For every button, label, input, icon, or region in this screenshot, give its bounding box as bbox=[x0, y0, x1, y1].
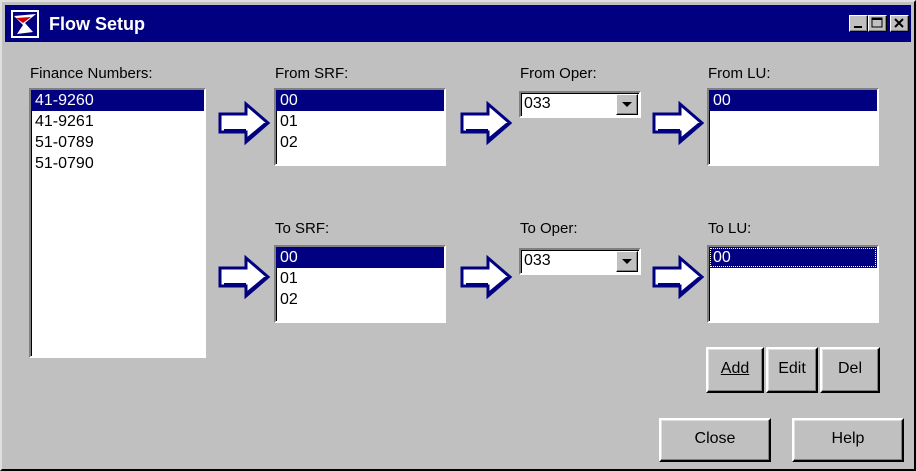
from-lu-label: From LU: bbox=[708, 65, 771, 82]
window-title: Flow Setup bbox=[49, 14, 145, 34]
usps-eagle-icon[interactable] bbox=[11, 10, 39, 38]
minimize-icon bbox=[854, 26, 862, 28]
from-lu-list[interactable]: 00 bbox=[707, 88, 879, 166]
add-button-label: Add bbox=[720, 360, 750, 377]
list-item[interactable]: 00 bbox=[709, 90, 877, 111]
flow-arrow-icon bbox=[460, 254, 513, 300]
list-item[interactable]: 02 bbox=[276, 289, 444, 310]
from-srf-label: From SRF: bbox=[275, 65, 349, 82]
edit-button-label: Edit bbox=[778, 360, 806, 377]
finance-numbers-label: Finance Numbers: bbox=[30, 65, 153, 82]
list-item[interactable]: 01 bbox=[276, 268, 444, 289]
close-window-button[interactable] bbox=[890, 15, 909, 32]
list-item[interactable]: 41-9261 bbox=[31, 111, 204, 132]
flow-setup-window: Flow Setup Finance Numbers: 41-9260 41-9… bbox=[0, 0, 916, 471]
list-item[interactable]: 51-0789 bbox=[31, 132, 204, 153]
to-oper-combo[interactable]: 033 bbox=[519, 248, 641, 275]
maximize-button[interactable] bbox=[868, 15, 887, 32]
help-button[interactable]: Help bbox=[792, 418, 904, 462]
title-bar[interactable]: Flow Setup bbox=[5, 5, 911, 42]
minimize-button[interactable] bbox=[849, 15, 868, 32]
to-srf-list[interactable]: 00 01 02 bbox=[274, 245, 446, 323]
to-oper-label: To Oper: bbox=[520, 220, 578, 237]
flow-arrow-icon bbox=[218, 100, 271, 146]
from-srf-list[interactable]: 00 01 02 bbox=[274, 88, 446, 166]
close-icon bbox=[894, 18, 904, 28]
finance-numbers-list[interactable]: 41-9260 41-9261 51-0789 51-0790 bbox=[29, 88, 206, 358]
flow-arrow-icon bbox=[218, 254, 271, 300]
del-button-label: Del bbox=[837, 360, 862, 377]
flow-arrow-icon bbox=[652, 100, 705, 146]
close-button[interactable]: Close bbox=[659, 418, 771, 462]
chevron-down-icon bbox=[622, 102, 632, 107]
add-button[interactable]: Add bbox=[706, 347, 764, 393]
to-srf-label: To SRF: bbox=[275, 220, 330, 237]
to-oper-value: 033 bbox=[524, 252, 551, 269]
list-item[interactable]: 02 bbox=[276, 132, 444, 153]
list-item[interactable]: 41-9260 bbox=[31, 90, 204, 111]
edit-button[interactable]: Edit bbox=[766, 347, 818, 393]
flow-arrow-icon bbox=[652, 254, 705, 300]
list-item[interactable]: 00 bbox=[709, 247, 877, 268]
list-item[interactable]: 51-0790 bbox=[31, 153, 204, 174]
dropdown-button[interactable] bbox=[616, 94, 638, 115]
to-lu-list[interactable]: 00 bbox=[707, 245, 879, 323]
close-button-label: Close bbox=[694, 430, 736, 447]
from-oper-combo[interactable]: 033 bbox=[519, 91, 641, 118]
dropdown-button[interactable] bbox=[616, 251, 638, 272]
from-oper-value: 033 bbox=[524, 95, 551, 112]
del-button[interactable]: Del bbox=[820, 347, 880, 393]
list-item[interactable]: 01 bbox=[276, 111, 444, 132]
chevron-down-icon bbox=[622, 259, 632, 264]
maximize-icon bbox=[871, 17, 883, 28]
to-lu-label: To LU: bbox=[708, 220, 752, 237]
list-item[interactable]: 00 bbox=[276, 90, 444, 111]
flow-arrow-icon bbox=[460, 100, 513, 146]
help-button-label: Help bbox=[831, 430, 865, 447]
list-item[interactable]: 00 bbox=[276, 247, 444, 268]
from-oper-label: From Oper: bbox=[520, 65, 597, 82]
